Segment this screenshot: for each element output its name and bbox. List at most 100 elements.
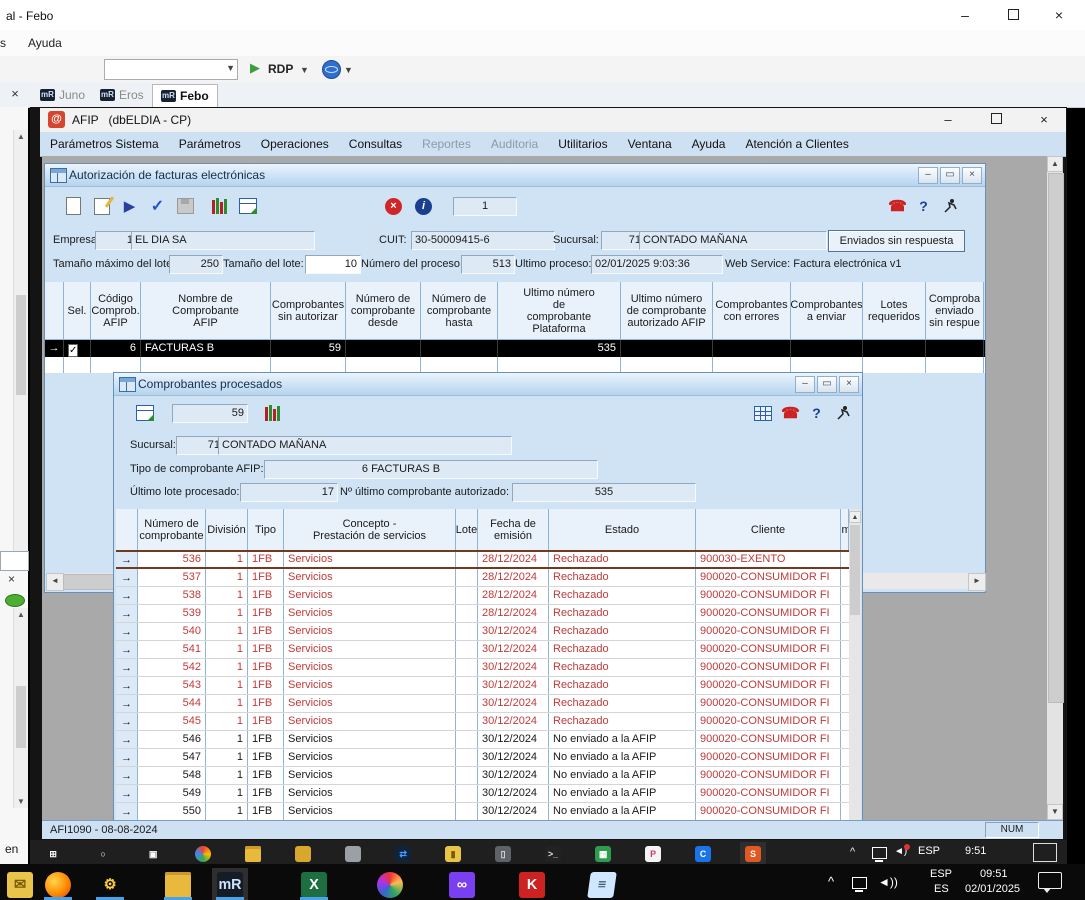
menu-par-metros[interactable]: Parámetros: [169, 132, 251, 151]
paint-taskbar-button[interactable]: [372, 868, 408, 900]
scrollbar-thumb[interactable]: [16, 686, 26, 748]
exit-button[interactable]: [830, 401, 855, 425]
excel-taskbar-button[interactable]: X: [296, 868, 332, 900]
table-button[interactable]: [750, 401, 775, 425]
scroll-left-icon[interactable]: ◄: [46, 573, 64, 591]
menu-atenci-n-a-clientes[interactable]: Atención a Clientes: [735, 132, 858, 151]
chevron-down-icon[interactable]: ▼: [226, 63, 235, 73]
outer-maximize-button[interactable]: [996, 4, 1030, 26]
app-blue-taskbar-button[interactable]: C: [690, 842, 716, 866]
table-row[interactable]: →53711FBServicios28/12/2024Rechazado9000…: [116, 569, 849, 587]
mail-taskbar-button[interactable]: ✉: [2, 868, 38, 900]
run-button[interactable]: ▶: [117, 194, 142, 218]
connection-combo[interactable]: ▼: [104, 59, 238, 80]
network-icon[interactable]: [872, 847, 887, 859]
date[interactable]: 02/01/2025: [965, 883, 1020, 895]
table-row[interactable]: →54011FBServicios30/12/2024Rechazado9000…: [116, 623, 849, 641]
panel-close-icon[interactable]: ×: [8, 572, 15, 586]
outer-close-button[interactable]: ×: [1042, 4, 1076, 26]
panel-input[interactable]: [0, 551, 29, 571]
menu-ayuda[interactable]: Ayuda: [682, 132, 736, 151]
maximize-button[interactable]: ▭: [940, 167, 960, 184]
tab-juno[interactable]: mRJuno: [32, 84, 93, 106]
parsec-taskbar-button[interactable]: P: [640, 842, 666, 866]
terminal-taskbar-button[interactable]: >_: [540, 842, 566, 866]
row-checkbox[interactable]: ✓: [68, 344, 78, 357]
language-indicator[interactable]: ESP: [918, 845, 940, 857]
menu-ventana[interactable]: Ventana: [618, 132, 682, 151]
teamviewer-taskbar-button[interactable]: ⇄: [390, 842, 416, 866]
minimize-button[interactable]: –: [795, 376, 815, 393]
table-vertical-scrollbar[interactable]: ▲: [849, 509, 861, 821]
phone-button[interactable]: ☎: [778, 401, 803, 425]
panel-scrollbar[interactable]: ▲ ▼: [13, 130, 28, 570]
afip-minimize-button[interactable]: –: [930, 110, 966, 130]
phone-button[interactable]: ☎: [885, 194, 910, 218]
calendar-app-taskbar-button[interactable]: ▦: [590, 842, 616, 866]
clock[interactable]: 9:51: [965, 845, 986, 857]
app-gray-taskbar-button[interactable]: [340, 842, 366, 866]
globe-icon[interactable]: [322, 60, 341, 79]
new-button[interactable]: [61, 194, 86, 218]
phone-app-taskbar-button[interactable]: ▯: [490, 842, 516, 866]
scroll-up-icon[interactable]: ▲: [1047, 156, 1063, 172]
export-button[interactable]: [235, 194, 260, 218]
error-button[interactable]: ×: [381, 194, 406, 218]
scroll-up-icon[interactable]: ▲: [14, 130, 28, 143]
notification-icon[interactable]: [1038, 872, 1062, 889]
table-row[interactable]: →54811FBServicios30/12/2024No enviado a …: [116, 767, 849, 785]
globe-dropdown-icon[interactable]: ▼: [344, 65, 353, 75]
task-view-taskbar-button[interactable]: ▣: [140, 842, 166, 866]
app-gold-taskbar-button[interactable]: ▮: [440, 842, 466, 866]
speaker-icon[interactable]: ◄): [894, 846, 907, 857]
table-row[interactable]: →54611FBServicios30/12/2024No enviado a …: [116, 731, 849, 749]
file-explorer-taskbar-button[interactable]: [160, 868, 196, 900]
table-row-current[interactable]: →53611FBServicios28/12/2024Rechazado9000…: [116, 551, 849, 569]
enviados-sin-respuesta-button[interactable]: Enviados sin respuesta: [828, 230, 965, 252]
confirm-button[interactable]: ✓: [145, 194, 170, 218]
visual-studio-taskbar-button[interactable]: ∞: [444, 868, 480, 900]
properties-button[interactable]: [89, 194, 114, 218]
batch-button[interactable]: [207, 194, 232, 218]
mremoteng-taskbar-button[interactable]: mR: [212, 868, 248, 900]
tray-expand-icon[interactable]: ^: [850, 846, 855, 858]
afip-restore-button[interactable]: [978, 110, 1014, 130]
keyboard-indicator[interactable]: ES: [934, 883, 949, 895]
speaker-icon[interactable]: ◄)): [878, 875, 898, 889]
tab-febo[interactable]: mRFebo: [152, 84, 218, 107]
language-indicator[interactable]: ESP: [930, 868, 952, 880]
scroll-up-icon[interactable]: ▲: [14, 608, 28, 621]
tam-input[interactable]: 10: [305, 255, 361, 274]
scroll-right-icon[interactable]: ►: [968, 573, 986, 591]
rdp-dropdown-icon[interactable]: ▼: [300, 65, 309, 75]
menu-operaciones[interactable]: Operaciones: [251, 132, 339, 151]
app-yellow-taskbar-button[interactable]: [290, 842, 316, 866]
menu-utilitarios[interactable]: Utilitarios: [548, 132, 617, 151]
rdp-label[interactable]: RDP: [268, 62, 293, 76]
tray-expand-icon[interactable]: ^: [828, 874, 834, 889]
tab-close-icon[interactable]: ×: [6, 85, 24, 103]
batch-button[interactable]: [260, 401, 285, 425]
firefox-taskbar-button[interactable]: [40, 868, 76, 900]
info-button[interactable]: i: [411, 194, 436, 218]
minimize-button[interactable]: –: [918, 167, 938, 184]
outer-minimize-button[interactable]: –: [948, 4, 982, 26]
table-row[interactable]: →53811FBServicios28/12/2024Rechazado9000…: [116, 587, 849, 605]
table-row[interactable]: →54711FBServicios30/12/2024No enviado a …: [116, 749, 849, 767]
kate-taskbar-button[interactable]: K: [514, 868, 550, 900]
scrollbar-thumb[interactable]: [1048, 173, 1064, 703]
clock[interactable]: 09:51: [980, 868, 1008, 880]
search-taskbar-button[interactable]: ○: [90, 842, 116, 866]
maximize-button[interactable]: ▭: [817, 376, 837, 393]
show-desktop-button[interactable]: [1033, 843, 1057, 862]
panel-scrollbar-2[interactable]: ▲ ▼: [13, 608, 28, 808]
settings-tool-taskbar-button[interactable]: ⚙: [92, 868, 128, 900]
exit-button[interactable]: [937, 194, 962, 218]
network-icon[interactable]: [852, 877, 867, 889]
start-taskbar-button[interactable]: ⊞: [40, 842, 66, 866]
outer-menu-ayuda[interactable]: Ayuda: [28, 36, 62, 50]
table-row[interactable]: →54311FBServicios30/12/2024Rechazado9000…: [116, 677, 849, 695]
notepad-taskbar-button[interactable]: ≡: [584, 868, 620, 900]
table-row[interactable]: →55011FBServicios30/12/2024No enviado a …: [116, 803, 849, 821]
close-button[interactable]: ×: [839, 376, 859, 393]
